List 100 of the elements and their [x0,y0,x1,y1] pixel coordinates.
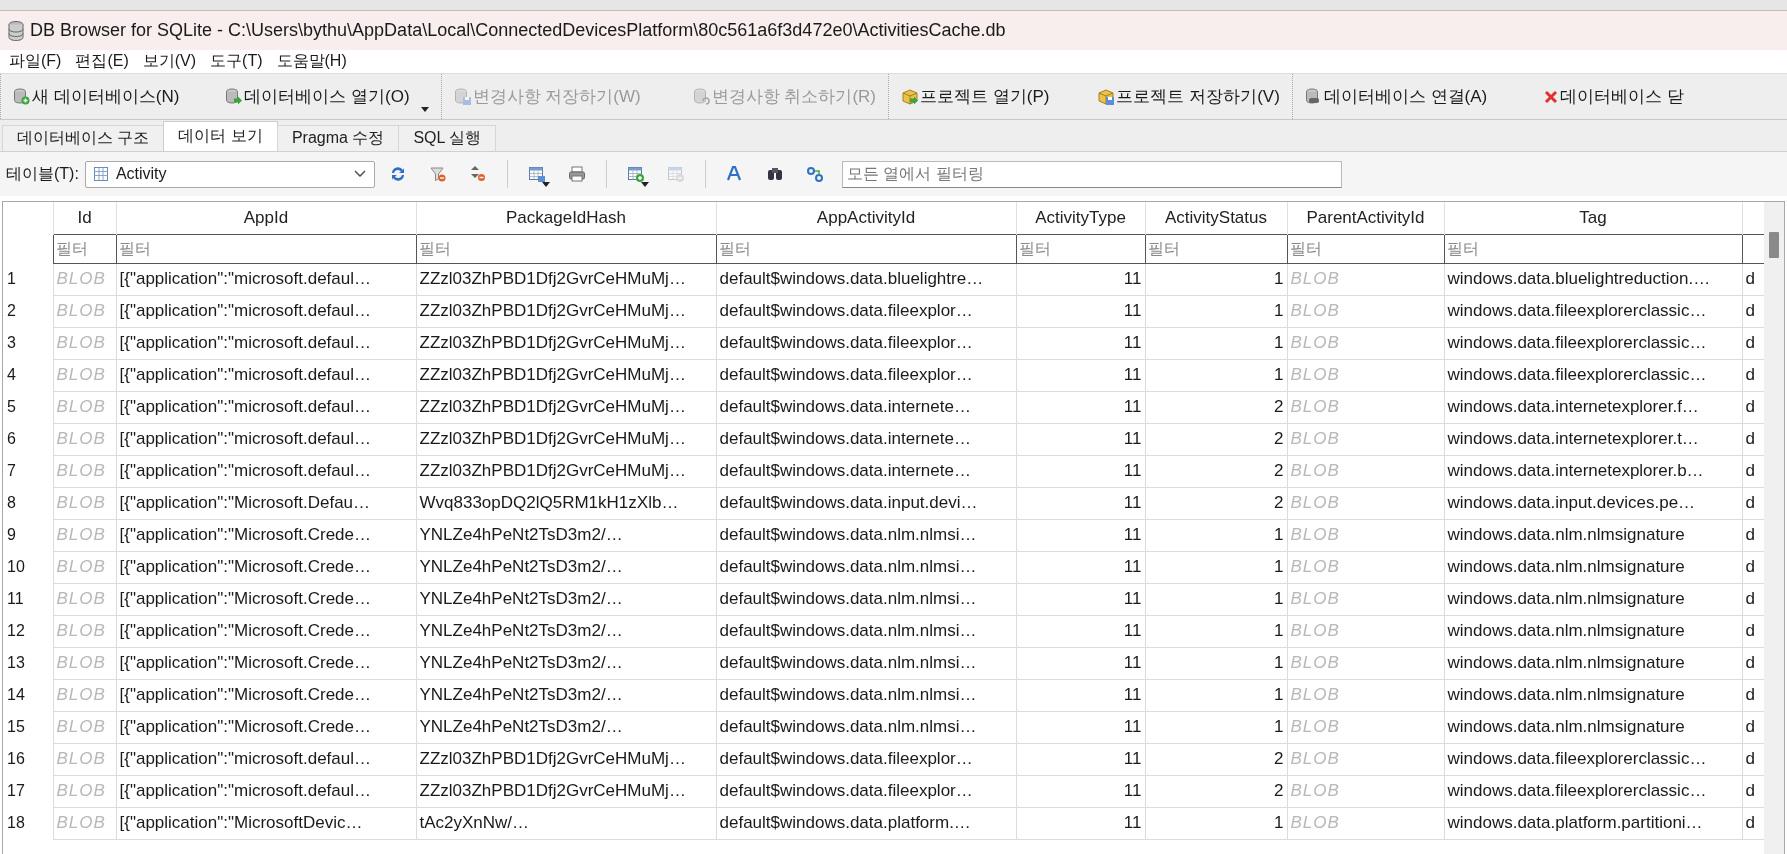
table-cell: default$windows.data.nlm.nlmsi… [716,647,1016,679]
table-cell: BLOB [1287,295,1444,327]
tab[interactable]: 데이터 보기 [163,121,278,151]
table-cell: 11 [1016,423,1145,455]
column-header[interactable]: ActivityStatus [1145,202,1287,234]
row-number[interactable]: 9 [3,519,53,551]
table-cell: windows.data.nlm.nlmsignature [1444,551,1742,583]
toolbar-button[interactable]: 데이터베이스 연결(A) [1302,81,1490,112]
table-cell: BLOB [1287,487,1444,519]
table-cell: ZZzl03ZhPBD1Dfj2GvrCeHMuMj… [416,455,716,487]
table-cell: BLOB [1287,327,1444,359]
table-cell: [{"application":"microsoft.defaul… [116,455,416,487]
table-cell: BLOB [53,423,116,455]
column-header[interactable]: ParentActivityId [1287,202,1444,234]
row-number[interactable]: 12 [3,615,53,647]
row-number[interactable]: 5 [3,391,53,423]
scrollbar[interactable] [1764,202,1784,854]
row-number[interactable]: 6 [3,423,53,455]
table-cell: [{"application":"microsoft.defaul… [116,327,416,359]
row-number[interactable]: 14 [3,679,53,711]
menu-item[interactable]: 도움말(H) [269,51,354,72]
table-cell: default$windows.data.internete… [716,423,1016,455]
table-cell: BLOB [53,391,116,423]
table-cell: BLOB [53,487,116,519]
table-cell: default$windows.data.fileexplor… [716,359,1016,391]
column-header[interactable]: AppActivityId [716,202,1016,234]
column-header[interactable]: PackageIdHash [416,202,716,234]
column-header[interactable]: Tag [1444,202,1742,234]
table-cell: 11 [1016,583,1145,615]
row-number[interactable]: 10 [3,551,53,583]
filter-field[interactable]: 모든 열에서 필터링 [841,160,1342,188]
table-cell: BLOB [53,711,116,743]
table-cell: windows.data.platform.partitioni… [1444,807,1742,839]
table-cell: windows.data.fileexplorerclassic… [1444,743,1742,775]
row-number[interactable]: 1 [3,263,53,295]
column-header[interactable]: ActivityType [1016,202,1145,234]
row-number[interactable]: 4 [3,359,53,391]
menu-item[interactable]: 보기(V) [135,51,204,72]
menu-item[interactable]: 도구(T) [203,51,270,72]
table-cell: windows.data.nlm.nlmsignature [1444,647,1742,679]
toolbar-button[interactable]: 프로젝트 열기(P) [899,81,1052,112]
table-cell: BLOB [1287,679,1444,711]
tab[interactable]: 데이터베이스 구조 [2,125,165,151]
tab[interactable]: SQL 실행 [398,125,497,151]
column-header[interactable]: Id [53,202,116,234]
table-cell: 11 [1016,391,1145,423]
caret-icon [420,107,429,112]
row-number[interactable]: 18 [3,807,53,839]
table-cell: windows.data.nlm.nlmsignature [1444,711,1742,743]
table-cell: 2 [1145,743,1287,775]
table-cell: BLOB [53,327,116,359]
table-cell: [{"application":"Microsoft.Defau… [116,487,416,519]
table-cell: BLOB [1287,615,1444,647]
row-number[interactable]: 15 [3,711,53,743]
table-cell: BLOB [53,615,116,647]
table-cell: BLOB [1287,455,1444,487]
menu-item[interactable]: 편집(E) [68,51,136,72]
table-cell: default$windows.data.fileexplor… [716,775,1016,807]
table-cell: 1 [1145,679,1287,711]
database-icon [13,88,31,105]
table-cell: [{"application":"microsoft.defaul… [116,359,416,391]
row-number[interactable]: 3 [3,327,53,359]
column-header[interactable]: AppId [116,202,416,234]
toolbar-button[interactable]: 프로젝트 저장하기(V) [1095,81,1282,112]
table-cell: windows.data.fileexplorerclassic… [1444,775,1742,807]
table-cell: default$windows.data.nlm.nlmsi… [716,711,1016,743]
table-cell: ZZzl03ZhPBD1Dfj2GvrCeHMuMj… [416,327,716,359]
table-cell: BLOB [1287,391,1444,423]
table-cell: windows.data.bluelightreduction.… [1444,263,1742,295]
table-cell: 1 [1145,615,1287,647]
row-number[interactable]: 13 [3,647,53,679]
table-cell: 2 [1145,487,1287,519]
table-cell: 11 [1016,327,1145,359]
field-label: 테이블(T): [6,163,79,184]
row-number[interactable]: 8 [3,487,53,519]
table-icon [93,167,108,181]
row-number[interactable]: 17 [3,775,53,807]
table-cell: 11 [1016,487,1145,519]
toolbar-button[interactable]: 데이터베이스 닫 [1541,81,1686,112]
table-cell: 1 [1145,519,1287,551]
table-cell: BLOB [53,807,116,839]
database-icon [453,88,472,105]
tab[interactable]: Pragma 수정 [276,125,400,151]
table-cell: default$windows.data.fileexplor… [716,295,1016,327]
table-dropdown[interactable]: Activity [84,160,375,188]
table-cell: Wvq833opDQ2lQ5RM1kH1zXlb… [416,487,716,519]
row-number[interactable]: 7 [3,455,53,487]
table-cell: 11 [1016,455,1145,487]
table-cell: windows.data.internetexplorer.b… [1444,455,1742,487]
row-number[interactable]: 2 [3,295,53,327]
menu-item[interactable]: 파일(F) [2,51,69,72]
toolbar-button[interactable]: 새 데이터베이스(N) [11,81,182,112]
row-number[interactable]: 16 [3,743,53,775]
table-cell: [{"application":"Microsoft.Crede… [116,519,416,551]
table-cell: ZZzl03ZhPBD1Dfj2GvrCeHMuMj… [416,295,716,327]
row-number[interactable]: 11 [3,583,53,615]
table-icon [626,165,645,183]
table-cell: BLOB [1287,263,1444,295]
toolbar-button[interactable]: 데이터베이스 열기(O) [223,81,431,112]
table-cell: windows.data.nlm.nlmsignature [1444,583,1742,615]
